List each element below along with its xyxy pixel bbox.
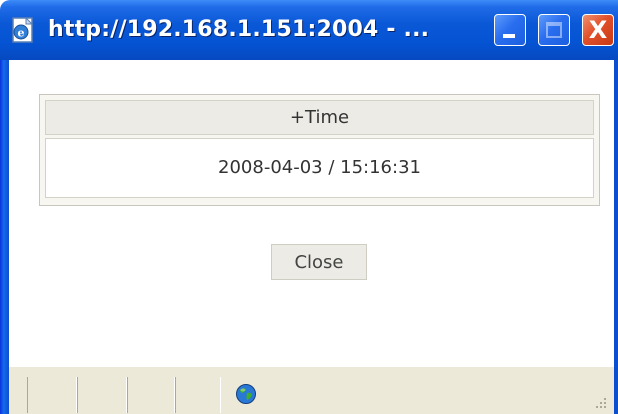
time-value: 2008-04-03 / 15:16:31 bbox=[45, 138, 594, 198]
minimize-button[interactable] bbox=[494, 14, 526, 46]
window-title: http://192.168.1.151:2004 - ... bbox=[48, 17, 430, 42]
close-icon: X bbox=[588, 16, 608, 44]
window-titlebar[interactable]: e http://192.168.1.151:2004 - ... X bbox=[0, 0, 618, 60]
window-frame-left bbox=[0, 60, 9, 414]
svg-text:e: e bbox=[18, 27, 25, 40]
close-button[interactable]: Close bbox=[271, 244, 367, 280]
window-frame-right bbox=[614, 60, 618, 414]
status-pane bbox=[27, 377, 77, 413]
maximize-button[interactable] bbox=[538, 14, 570, 46]
status-pane bbox=[77, 377, 127, 413]
ie-page-icon[interactable]: e bbox=[8, 15, 38, 45]
close-window-button[interactable]: X bbox=[582, 14, 614, 46]
status-pane bbox=[175, 377, 221, 413]
time-table: +Time 2008-04-03 / 15:16:31 bbox=[39, 94, 600, 206]
globe-icon bbox=[235, 383, 257, 405]
status-pane bbox=[127, 377, 175, 413]
popup-content: +Time 2008-04-03 / 15:16:31 Close bbox=[9, 60, 614, 366]
status-bar bbox=[9, 366, 614, 414]
maximize-icon bbox=[546, 22, 562, 38]
minimize-icon bbox=[503, 34, 515, 38]
time-header: +Time bbox=[45, 100, 594, 135]
resize-grip-icon[interactable] bbox=[592, 394, 608, 410]
